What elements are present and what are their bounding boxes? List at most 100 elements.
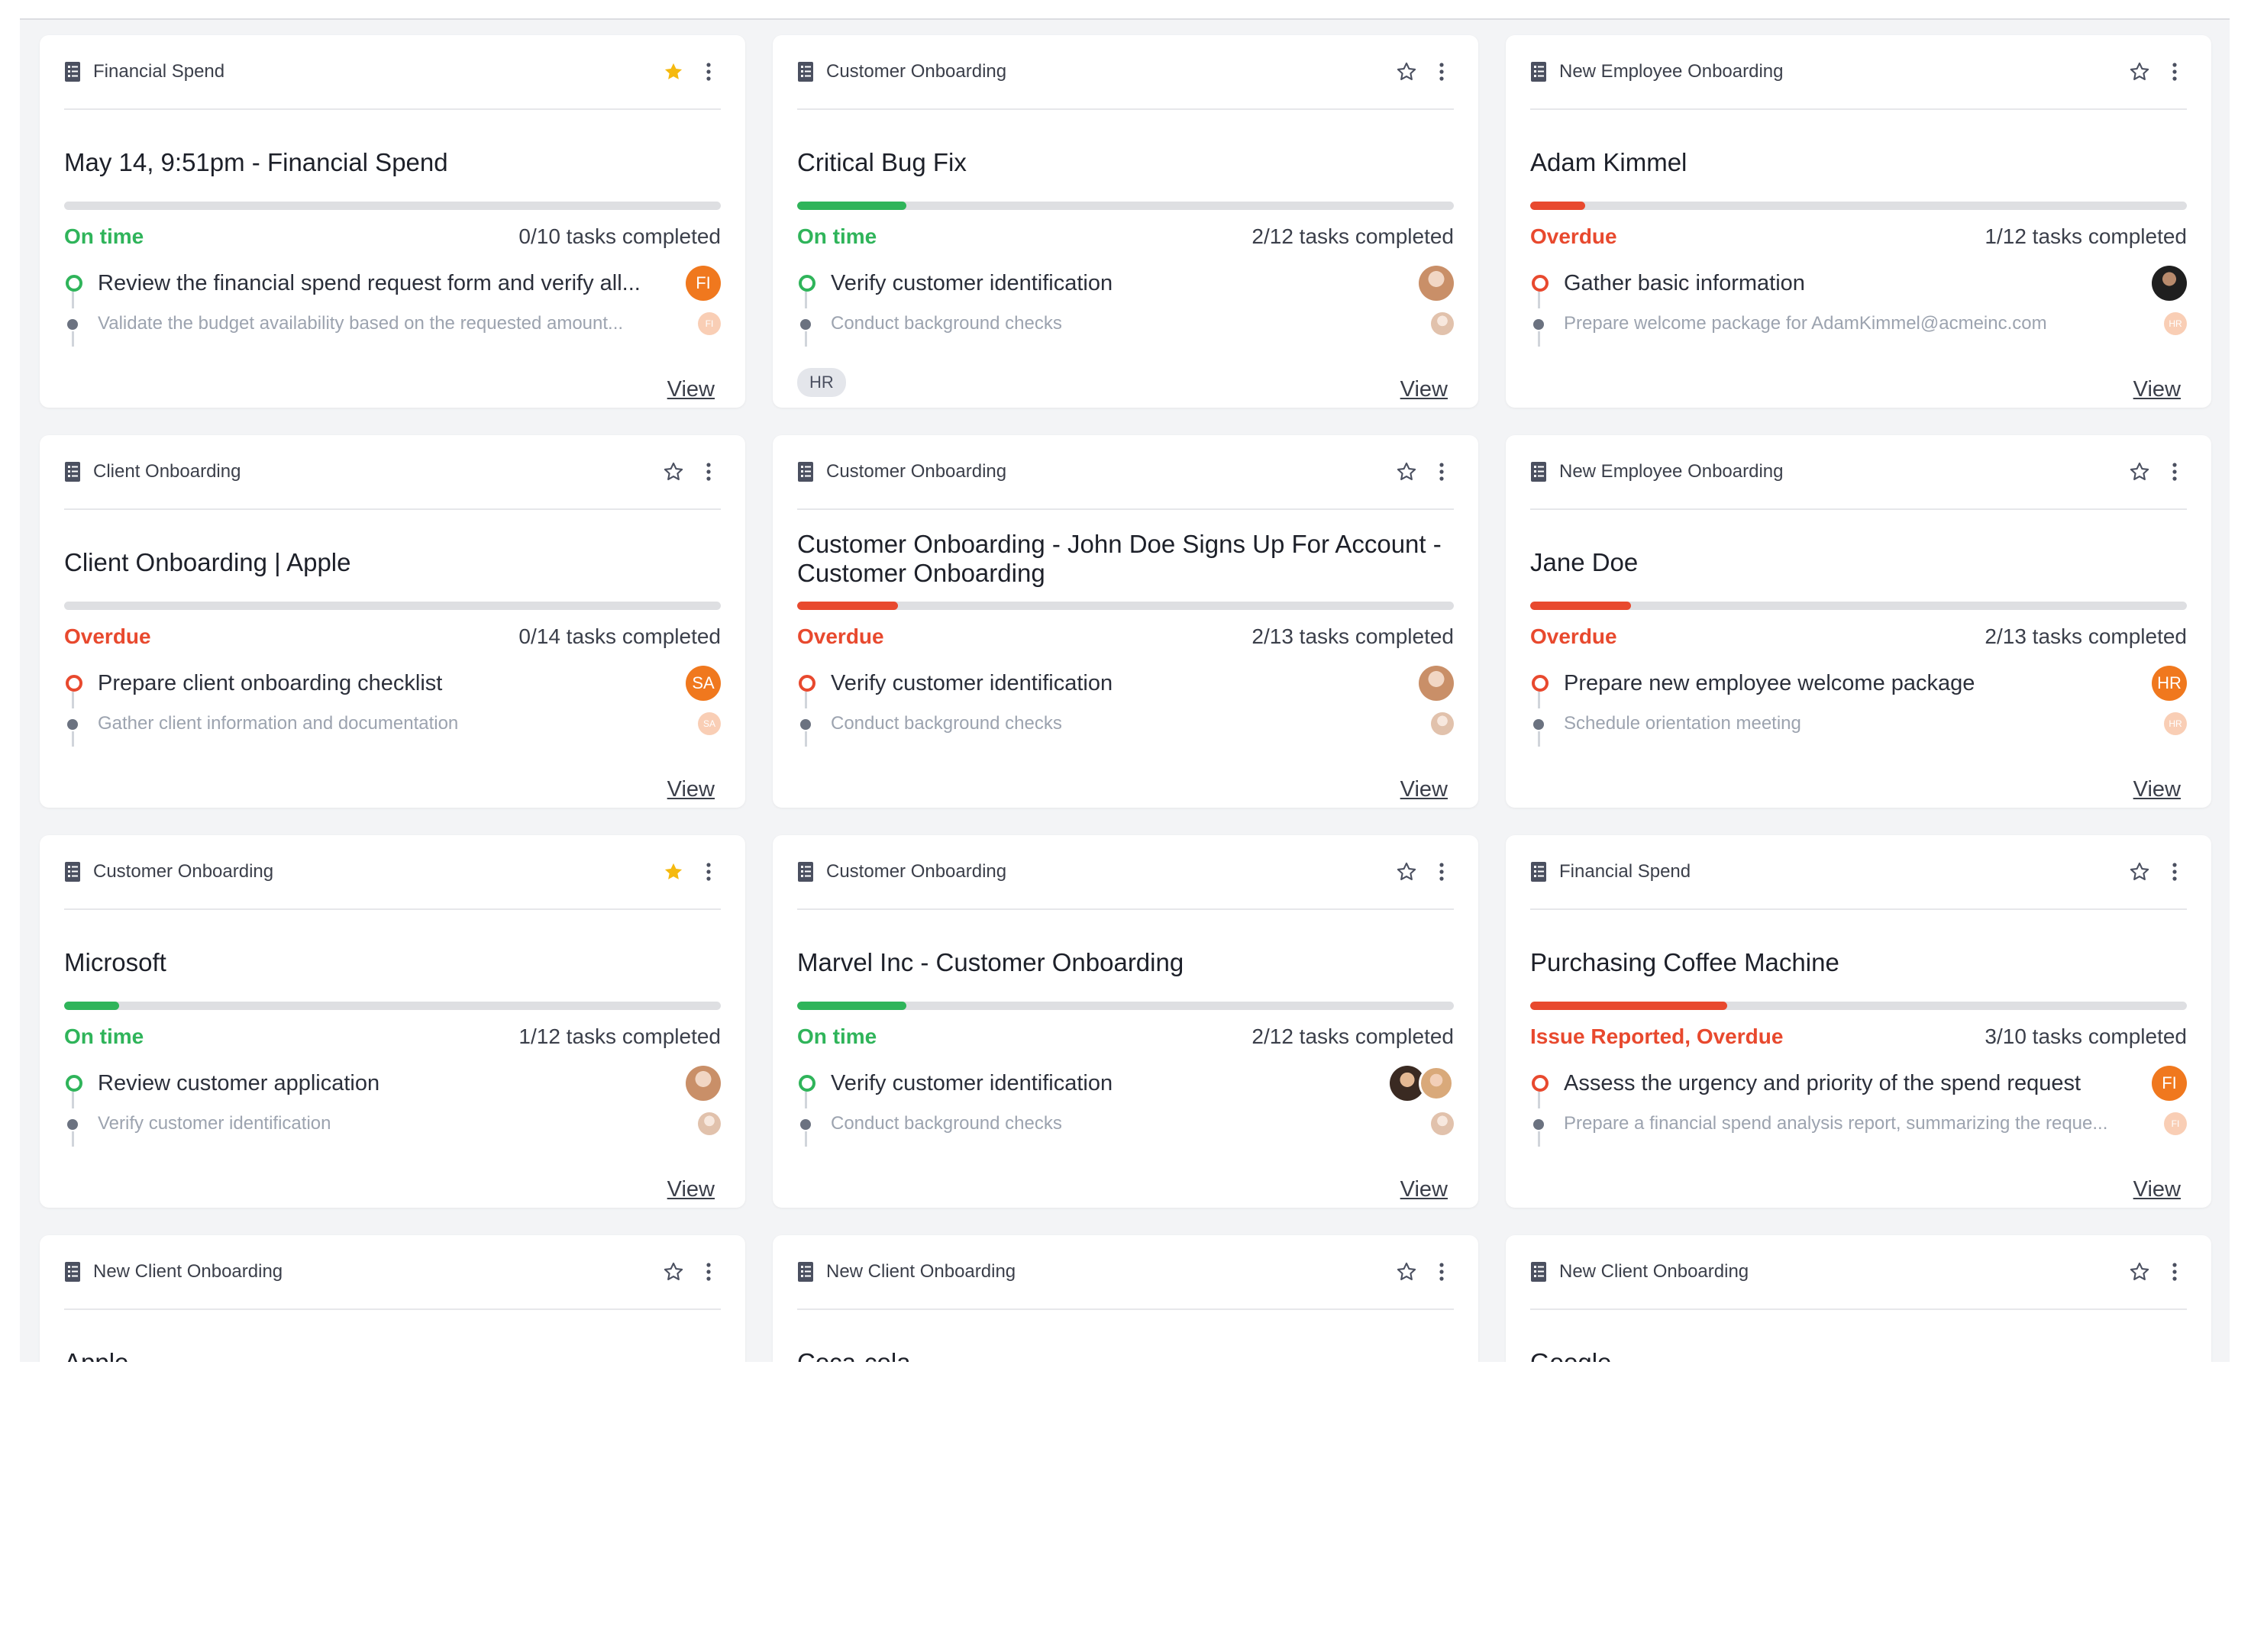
checklist-title[interactable]: Coca-cola (797, 1348, 1454, 1362)
checklist-board: Financial Spend May 14, 9:51pm - Financia… (20, 18, 2230, 1362)
next-task[interactable]: Prepare new employee welcome package HR (1530, 664, 2187, 708)
view-link[interactable]: View (1400, 777, 1448, 802)
timeline-line (1538, 731, 1540, 747)
status-row: Overdue 1/12 tasks completed (1530, 221, 2187, 252)
upcoming-task[interactable]: Conduct background checks (797, 310, 1454, 347)
star-icon[interactable] (661, 60, 686, 84)
star-icon[interactable] (661, 1260, 686, 1284)
progress-bar (1530, 602, 2187, 610)
checklist-title[interactable]: Marvel Inc - Customer Onboarding (797, 948, 1454, 977)
view-link[interactable]: View (2133, 377, 2181, 402)
view-link[interactable]: View (667, 777, 715, 802)
task-name: Validate the budget availability based o… (98, 313, 624, 334)
checklist-card[interactable]: New Employee Onboarding Jane Doe Overdue 2/… (1506, 435, 2211, 808)
checklist-card[interactable]: New Client Onboarding Google. (1506, 1235, 2211, 1362)
more-options-icon[interactable] (2162, 460, 2187, 484)
star-icon[interactable] (661, 860, 686, 884)
checklist-title[interactable]: Jane Doe (1530, 548, 2187, 577)
task-name: Verify customer identification (831, 270, 1113, 295)
tag-badge[interactable]: HR (797, 368, 846, 397)
checklist-title[interactable]: Adam Kimmel (1530, 148, 2187, 177)
more-options-icon[interactable] (1429, 60, 1454, 84)
task-name: Review the financial spend request form … (98, 270, 641, 295)
next-task[interactable]: Review customer application (64, 1064, 721, 1108)
checklist-card[interactable]: Customer Onboarding Marvel Inc - Customer… (773, 835, 1478, 1208)
more-options-icon[interactable] (696, 60, 721, 84)
upcoming-task[interactable]: Prepare welcome package for AdamKimmel@a… (1530, 310, 2187, 347)
upcoming-task[interactable]: Conduct background checks (797, 1110, 1454, 1147)
checklist-card[interactable]: New Client Onboarding Coca-cola (773, 1235, 1478, 1362)
star-icon[interactable] (1394, 60, 1419, 84)
timeline-line (72, 692, 74, 708)
next-task[interactable]: Assess the urgency and priority of the s… (1530, 1064, 2187, 1108)
upcoming-task[interactable]: Prepare a financial spend analysis repor… (1530, 1110, 2187, 1147)
more-options-icon[interactable] (2162, 60, 2187, 84)
view-link[interactable]: View (1400, 377, 1448, 402)
next-task[interactable]: Prepare client onboarding checklist SA (64, 664, 721, 708)
more-options-icon[interactable] (696, 1260, 721, 1284)
more-options-icon[interactable] (2162, 1260, 2187, 1284)
checklist-title[interactable]: Apple (64, 1348, 721, 1362)
checklist-title[interactable]: Customer Onboarding - John Doe Signs Up … (797, 530, 1454, 588)
template-name: Customer Onboarding (93, 861, 274, 882)
checklist-card[interactable]: Customer Onboarding Customer Onboarding -… (773, 435, 1478, 808)
card-header: Customer Onboarding (64, 835, 721, 910)
more-options-icon[interactable] (1429, 1260, 1454, 1284)
checklist-card[interactable]: Financial Spend May 14, 9:51pm - Financia… (40, 35, 745, 408)
tasks-completed-count: 1/12 tasks completed (1985, 224, 2187, 248)
more-options-icon[interactable] (696, 860, 721, 884)
timeline-line (72, 1092, 74, 1108)
checklist-card[interactable]: New Employee Onboarding Adam Kimmel Overdu… (1506, 35, 2211, 408)
upcoming-task[interactable]: Conduct background checks (797, 710, 1454, 747)
tasks-completed-count: 3/10 tasks completed (1985, 1024, 2187, 1048)
view-link[interactable]: View (2133, 777, 2181, 802)
star-icon[interactable] (2127, 1260, 2152, 1284)
checklist-title[interactable]: May 14, 9:51pm - Financial Spend (64, 148, 721, 177)
next-task[interactable]: Verify customer identification (797, 1064, 1454, 1108)
checklist-title[interactable]: Microsoft (64, 948, 721, 977)
view-link[interactable]: View (667, 377, 715, 402)
card-header: New Client Onboarding (64, 1235, 721, 1310)
checklist-card[interactable]: Customer Onboarding Microsoft On time 1/12 … (40, 835, 745, 1208)
task-pending-dot (800, 719, 811, 730)
checklist-title[interactable]: Critical Bug Fix (797, 148, 1454, 177)
checklist-title[interactable]: Client Onboarding | Apple (64, 548, 721, 577)
checklist-title[interactable]: Purchasing Coffee Machine (1530, 948, 2187, 977)
more-options-icon[interactable] (1429, 860, 1454, 884)
checklist-card[interactable]: Financial Spend Purchasing Coffee Machine… (1506, 835, 2211, 1208)
more-options-icon[interactable] (1429, 460, 1454, 484)
checklist-template-icon (64, 861, 81, 882)
task-timeline (64, 1110, 98, 1147)
status-label: On time (64, 1024, 144, 1048)
task-timeline (64, 264, 98, 308)
avatar (1419, 266, 1454, 301)
star-icon[interactable] (1394, 860, 1419, 884)
star-icon[interactable] (2127, 460, 2152, 484)
checklist-card[interactable]: Client Onboarding Client Onboarding | App… (40, 435, 745, 808)
status-row: On time 1/12 tasks completed (64, 1021, 721, 1052)
next-task[interactable]: Verify customer identification (797, 664, 1454, 708)
upcoming-task[interactable]: Schedule orientation meeting HR (1530, 710, 2187, 747)
avatar: FI (2164, 1112, 2187, 1135)
more-options-icon[interactable] (696, 460, 721, 484)
star-icon[interactable] (1394, 460, 1419, 484)
upcoming-task[interactable]: Gather client information and documentat… (64, 710, 721, 747)
star-icon[interactable] (2127, 60, 2152, 84)
view-link[interactable]: View (1400, 1177, 1448, 1202)
task-name: Conduct background checks (831, 313, 1062, 334)
progress-bar (64, 1002, 721, 1010)
star-icon[interactable] (1394, 1260, 1419, 1284)
view-link[interactable]: View (667, 1177, 715, 1202)
checklist-title[interactable]: Google. (1530, 1348, 2187, 1362)
star-icon[interactable] (2127, 860, 2152, 884)
star-icon[interactable] (661, 460, 686, 484)
checklist-card[interactable]: Customer Onboarding Critical Bug Fix On ti… (773, 35, 1478, 408)
upcoming-task[interactable]: Validate the budget availability based o… (64, 310, 721, 347)
more-options-icon[interactable] (2162, 860, 2187, 884)
view-link[interactable]: View (2133, 1177, 2181, 1202)
checklist-card[interactable]: New Client Onboarding Apple (40, 1235, 745, 1362)
next-task[interactable]: Verify customer identification (797, 264, 1454, 308)
upcoming-task[interactable]: Verify customer identification (64, 1110, 721, 1147)
next-task[interactable]: Gather basic information (1530, 264, 2187, 308)
next-task[interactable]: Review the financial spend request form … (64, 264, 721, 308)
